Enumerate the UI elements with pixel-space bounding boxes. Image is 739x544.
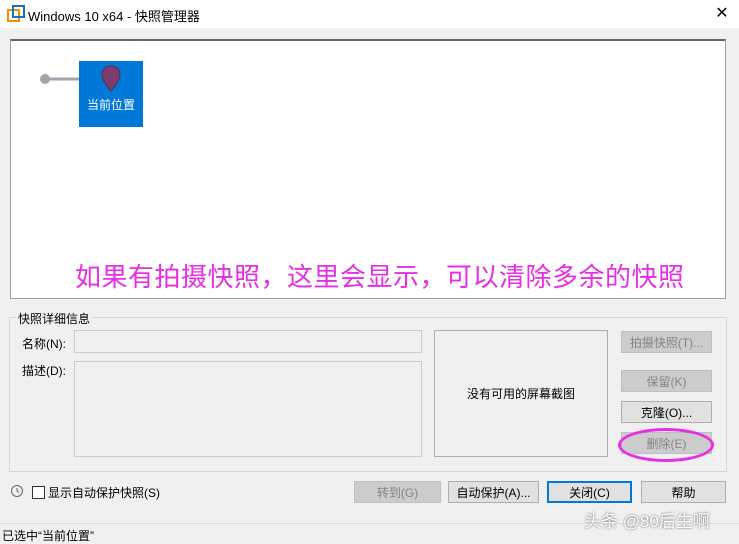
description-field[interactable] bbox=[74, 361, 422, 457]
screenshot-text: 没有可用的屏幕截图 bbox=[466, 387, 575, 401]
annotation-text: 如果有拍摄快照，这里会显示，可以清除多余的快照 bbox=[75, 262, 685, 292]
title-bar: Windows 10 x64 - 快照管理器 ✕ bbox=[0, 0, 739, 28]
autoprotect-button[interactable]: 自动保护(A)... bbox=[448, 481, 539, 503]
current-position-node[interactable]: 当前位置 bbox=[79, 61, 143, 127]
show-autoprotect-checkbox[interactable] bbox=[32, 486, 45, 499]
name-field[interactable] bbox=[74, 330, 422, 353]
keep-button[interactable]: 保留(K) bbox=[621, 370, 712, 392]
name-label: 名称(N): bbox=[22, 337, 66, 351]
snapshot-tree[interactable]: 当前位置 如果有拍摄快照，这里会显示，可以清除多余的快照 bbox=[10, 39, 726, 299]
window-title: Windows 10 x64 - 快照管理器 bbox=[28, 9, 200, 24]
vmware-logo-icon bbox=[7, 5, 25, 22]
history-clock-icon bbox=[11, 485, 23, 497]
close-button[interactable]: 关闭(C) bbox=[547, 481, 632, 503]
close-window-button[interactable]: ✕ bbox=[712, 3, 732, 23]
location-pin-icon bbox=[101, 65, 121, 92]
description-label: 描述(D): bbox=[22, 364, 66, 378]
group-title: 快照详细信息 bbox=[16, 310, 93, 327]
screenshot-preview: 没有可用的屏幕截图 bbox=[434, 330, 608, 457]
goto-button[interactable]: 转到(G) bbox=[354, 481, 441, 503]
take-snapshot-button[interactable]: 拍摄快照(T)... bbox=[621, 331, 712, 353]
node-label: 当前位置 bbox=[86, 98, 135, 112]
annotation-ellipse bbox=[618, 428, 714, 462]
help-button[interactable]: 帮助 bbox=[641, 481, 726, 503]
status-bar: 已选中“当前位置” bbox=[0, 523, 739, 543]
clone-button[interactable]: 克隆(O)... bbox=[621, 401, 712, 423]
show-autoprotect-option[interactable]: 显示自动保护快照(S) bbox=[32, 484, 160, 501]
status-text: 已选中“当前位置” bbox=[2, 529, 94, 543]
show-autoprotect-label: 显示自动保护快照(S) bbox=[48, 486, 160, 500]
